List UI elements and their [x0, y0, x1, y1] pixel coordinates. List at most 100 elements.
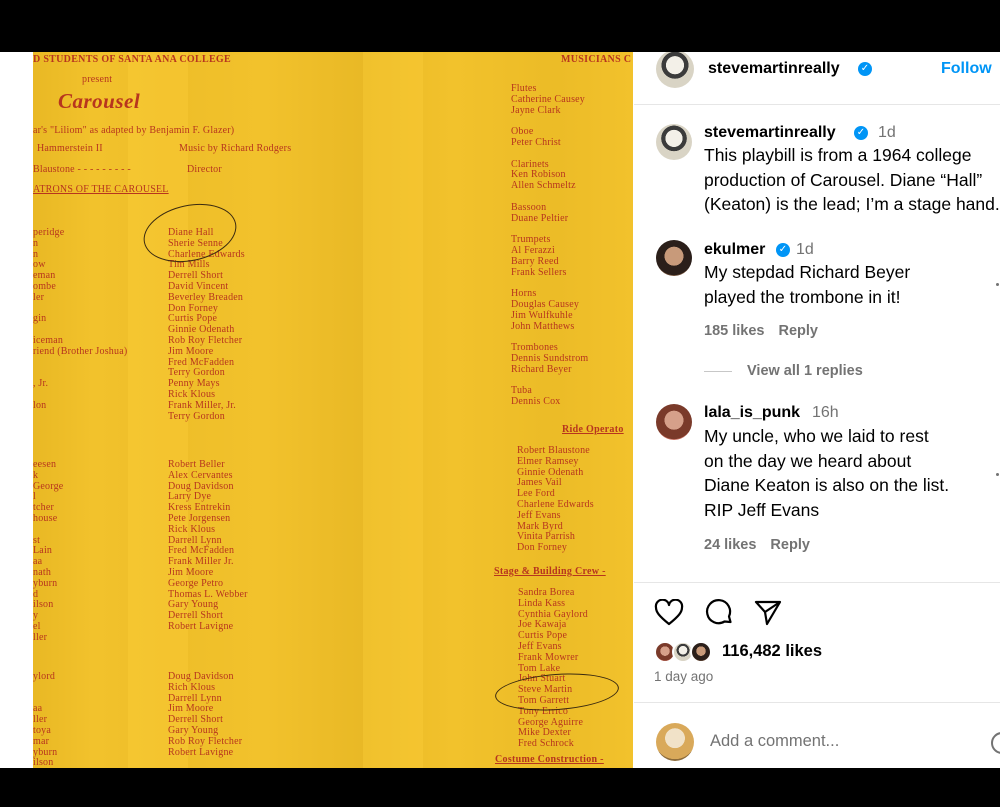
playbill-entry: n	[33, 248, 39, 260]
playbill-entry: John Matthews	[511, 320, 575, 332]
playbill-ride-column: Robert Blaustone Elmer Ramsey Ginnie Odena…	[517, 445, 594, 554]
playbill-entry: lon	[33, 399, 47, 411]
playbill-entry: Frank Sellers	[511, 266, 567, 278]
comment-text: My uncle, who we laid to rest on the day…	[704, 424, 949, 522]
playbill-cast-column: Robert Beller Alex Cervantes Doug Davidson…	[168, 459, 248, 633]
playbill-entry: Jeff Evans	[517, 509, 561, 521]
replies-line	[704, 371, 732, 372]
view-replies-button[interactable]: View all 1 replies	[747, 363, 863, 379]
playbill-entry	[33, 304, 127, 315]
playbill-entry: ombe	[33, 280, 57, 292]
more-options-icon[interactable]	[996, 283, 999, 286]
playbill-entry: ller	[33, 631, 48, 643]
playbill-entry	[33, 525, 63, 536]
heart-icon[interactable]	[654, 599, 684, 627]
playbill-roles-column: eesen k George l tcher house st Lain aa nath yburn…	[33, 459, 64, 644]
caption-avatar[interactable]	[656, 124, 692, 160]
playbill-entry: Frank Miller, Jr.	[168, 399, 236, 411]
playbill-ride-heading: Ride Operato	[562, 424, 624, 435]
commenter-avatar[interactable]	[656, 404, 692, 440]
playbill-entry: Jim Moore	[168, 345, 214, 357]
playbill-entry: ylord	[33, 671, 56, 682]
verified-icon: ✓	[854, 126, 868, 140]
reply-button[interactable]: Reply	[778, 323, 818, 339]
playbill-entry: house	[33, 512, 58, 524]
comment-meta: 185 likes Reply	[704, 323, 832, 339]
playbill-entry: riend (Brother Joshua)	[33, 345, 128, 357]
playbill-entry: Richard Beyer	[511, 363, 572, 375]
comment-line: played the trombone in it!	[704, 286, 901, 307]
playbill-entry: Alex Cervantes	[168, 469, 233, 481]
playbill-credit: Blaustone - - - - - - - - -	[33, 164, 131, 175]
playbill-entry: George	[33, 480, 64, 492]
steve-martin-circle	[493, 669, 621, 715]
comment-time: 16h	[812, 404, 839, 421]
playbill-entry: peridge	[33, 227, 65, 238]
comment-likes[interactable]: 185 likes	[704, 323, 764, 339]
playbill-entry: Rob Roy Fletcher	[168, 735, 243, 747]
playbill-stage-heading: Stage & Building Crew -	[494, 566, 606, 577]
caption-text: This playbill is from a 1964 college pro…	[704, 143, 1000, 217]
post-time: 1 day ago	[654, 669, 714, 684]
playbill-entry: Beverley Breaden	[168, 291, 244, 303]
more-options-icon[interactable]	[996, 473, 999, 476]
playbill-entry: n	[33, 237, 39, 249]
comment-line: My stepdad Richard Beyer	[704, 262, 911, 282]
playbill-entry: Catherine Causey	[511, 93, 586, 105]
comment-username[interactable]: lala_is_punk	[704, 404, 800, 422]
header-username[interactable]: stevemartinreally	[708, 60, 840, 78]
commenter-avatar[interactable]	[656, 240, 692, 276]
playbill-entry: Robert Lavigne	[168, 620, 234, 632]
add-comment-input[interactable]: Add a comment...	[710, 732, 839, 751]
emoji-icon[interactable]	[990, 730, 1000, 756]
playbill-musicians-column: Flutes Catherine Causey Jayne Clark Oboe …	[511, 83, 588, 408]
comment-text: My stepdad Richard Beyer played the trom…	[704, 260, 910, 309]
caption-line: production of Carousel. Diane “Hall”	[704, 169, 983, 190]
playbill-credit: Hammerstein II	[37, 143, 103, 154]
playbill-header-left: D STUDENTS OF SANTA ANA COLLEGE	[33, 54, 231, 65]
comment-meta: 24 likes Reply	[704, 537, 824, 553]
playbill-credit: Director	[187, 164, 222, 175]
paper-fold	[363, 52, 423, 768]
my-avatar	[656, 723, 694, 761]
comment-icon[interactable]	[704, 598, 734, 628]
verified-icon: ✓	[858, 62, 872, 76]
playbill-entry: gin	[33, 313, 47, 325]
follow-button[interactable]: Follow	[941, 60, 992, 78]
playbill-cast-column: Doug Davidson Rich Klous Darrell Lynn Jim M…	[168, 671, 243, 758]
playbill-entry: Rick Klous	[168, 523, 216, 535]
playbill-stage-column: Sandra Borea Linda Kass Cynthia Gaylord Joe…	[518, 587, 588, 750]
playbill-entry: Jayne Clark	[511, 104, 561, 116]
playbill-credit: Music by Richard Rodgers	[179, 143, 292, 154]
playbill-entry: Terry Gordon	[168, 410, 225, 422]
likes-count[interactable]: 116,482 likes	[722, 642, 822, 661]
playbill-entry: George Petro	[168, 577, 224, 589]
comment-line: My uncle, who we laid to rest	[704, 426, 929, 446]
avatar[interactable]	[656, 52, 694, 88]
playbill-credit: ar's "Liliom" as adapted by Benjamin F. …	[33, 125, 235, 136]
playbill-entry: Barry Reed	[511, 255, 559, 267]
share-icon[interactable]	[753, 599, 783, 627]
playbill-entry: Peter Christ	[511, 136, 561, 148]
playbill-patrons-heading: ATRONS OF THE CAROUSEL	[33, 184, 169, 195]
playbill-entry: Don Forney	[517, 542, 568, 554]
comment-line: Diane Keaton is also on the list.	[704, 475, 950, 495]
caption-username[interactable]: stevemartinreally	[704, 124, 836, 142]
playbill-entry: mar	[33, 735, 50, 747]
reply-button[interactable]: Reply	[770, 537, 810, 553]
caption-line: (Keaton) is the lead; I’m a stage hand.	[704, 194, 1000, 214]
comment-username[interactable]: ekulmer	[704, 241, 765, 259]
caption-line: This playbill is from a 1964 college	[704, 145, 972, 165]
playbill-entry: Bassoon	[511, 201, 547, 213]
playbill-entry	[33, 683, 57, 694]
comment-time: 1d	[796, 241, 814, 258]
playbill-entry: Fred Schrock	[518, 738, 574, 750]
playbill-header-right: MUSICIANS C	[561, 54, 632, 65]
comment-line: RIP Jeff Evans	[704, 499, 820, 520]
playbill-image: D STUDENTS OF SANTA ANA COLLEGE MUSICIAN…	[33, 52, 633, 768]
playbill-entry: Duane Peltier	[511, 212, 569, 224]
playbill-entry: Dennis Cox	[511, 396, 561, 408]
comment-likes[interactable]: 24 likes	[704, 537, 756, 553]
playbill-entry: ilson	[33, 757, 54, 768]
divider	[634, 702, 1000, 703]
